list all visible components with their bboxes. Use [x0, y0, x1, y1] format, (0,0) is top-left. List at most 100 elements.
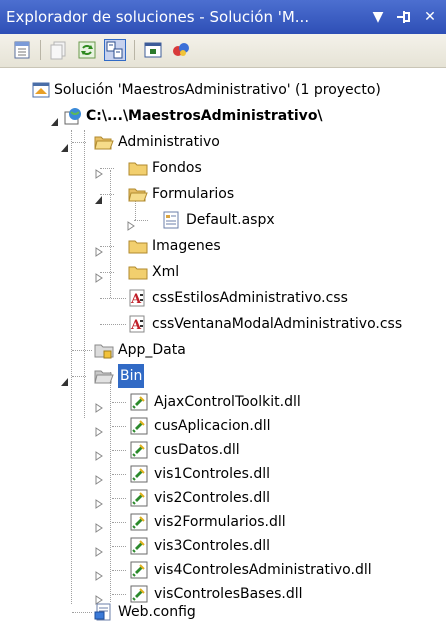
- solution-label: Solución 'MaestrosAdministrativo' (1 pro…: [54, 82, 381, 98]
- folder-label: Fondos: [152, 160, 202, 176]
- expand-arrow-icon[interactable]: [94, 445, 104, 461]
- expand-arrow-icon[interactable]: [94, 589, 104, 605]
- refresh-icon[interactable]: [76, 39, 98, 61]
- dll-label: vis2Controles.dll: [154, 490, 271, 506]
- folder-icon: [128, 263, 148, 281]
- config-file-icon: [94, 603, 112, 621]
- expand-arrow-icon[interactable]: [94, 493, 104, 509]
- dll-label: vis2Formularios.dll: [154, 514, 286, 530]
- tree-row-bin[interactable]: Bin: [0, 364, 446, 388]
- tree-guide-line: [112, 426, 126, 427]
- tree-guide-line: [112, 594, 126, 595]
- aspx-file-icon: [162, 211, 180, 229]
- file-label: cssVentanaModalAdministrativo.css: [152, 316, 403, 332]
- tree-guide-line: [100, 324, 126, 325]
- tree-guide-line: [112, 522, 126, 523]
- expand-arrow-icon[interactable]: [94, 541, 104, 557]
- class-diagram-icon[interactable]: [170, 39, 192, 61]
- tree-guide-line: [134, 220, 148, 221]
- folder-open-gray-icon: [94, 367, 114, 385]
- expand-arrow-icon[interactable]: [94, 421, 104, 437]
- tree-row-imagenes[interactable]: Imagenes: [0, 234, 446, 258]
- assembly-reference-icon: [130, 417, 148, 435]
- tree-row-dll[interactable]: cusDatos.dll: [0, 438, 446, 462]
- folder-label: App_Data: [118, 342, 186, 358]
- tree-guide-line: [72, 376, 86, 377]
- assembly-reference-icon: [130, 561, 148, 579]
- expand-arrow-icon[interactable]: [94, 469, 104, 485]
- toolbar-separator: [134, 40, 135, 60]
- properties-icon[interactable]: [12, 39, 34, 61]
- assembly-reference-icon: [130, 441, 148, 459]
- folder-label: Imagenes: [152, 238, 221, 254]
- collapse-arrow-icon[interactable]: [94, 189, 104, 204]
- file-label: cssEstilosAdministrativo.css: [152, 290, 348, 306]
- folder-label-selected: Bin: [118, 364, 145, 388]
- tree-guide-line: [100, 298, 126, 299]
- show-all-files-icon[interactable]: [48, 39, 70, 61]
- collapse-arrow-icon[interactable]: [60, 137, 70, 152]
- view-code-icon[interactable]: [142, 39, 164, 61]
- tree-guide-line: [112, 450, 126, 451]
- nest-related-files-icon[interactable]: [104, 39, 126, 61]
- folder-open-icon: [128, 185, 148, 203]
- tree-guide-line: [112, 402, 126, 403]
- tree-row-formularios[interactable]: Formularios: [0, 182, 446, 206]
- expand-arrow-icon[interactable]: [94, 517, 104, 533]
- collapse-arrow-icon[interactable]: [60, 371, 70, 386]
- folder-label: Xml: [152, 264, 180, 280]
- expand-arrow-icon[interactable]: [94, 241, 104, 257]
- expand-arrow-icon[interactable]: [94, 163, 104, 179]
- assembly-reference-icon: [130, 393, 148, 411]
- tree-row-app-data[interactable]: App_Data: [0, 338, 446, 362]
- folder-label: Administrativo: [118, 134, 220, 150]
- assembly-reference-icon: [130, 537, 148, 555]
- css-file-icon: A: [128, 315, 146, 333]
- folder-label: Formularios: [152, 186, 235, 202]
- tree-row-dll[interactable]: cusAplicacion.dll: [0, 414, 446, 438]
- dll-label: vis4ControlesAdministrativo.dll: [154, 562, 372, 578]
- tree-guide-line: [112, 570, 126, 571]
- css-file-icon: A: [128, 289, 146, 307]
- folder-icon: [128, 237, 148, 255]
- tree-row-dll[interactable]: vis1Controles.dll: [0, 462, 446, 486]
- tree-row-css-ventana[interactable]: A cssVentanaModalAdministrativo.css: [0, 312, 446, 336]
- tree-guide-line: [112, 546, 126, 547]
- tree-row-administrativo[interactable]: Administrativo: [0, 130, 446, 154]
- file-label: Default.aspx: [186, 212, 275, 228]
- assembly-reference-icon: [130, 513, 148, 531]
- tree-row-default-aspx[interactable]: Default.aspx: [0, 208, 446, 232]
- dll-label: vis1Controles.dll: [154, 466, 271, 482]
- dll-label: cusDatos.dll: [154, 442, 240, 458]
- tree-row-dll[interactable]: vis2Controles.dll: [0, 486, 446, 510]
- tree-guide-line: [112, 498, 126, 499]
- dropdown-icon[interactable]: ▼: [368, 0, 388, 34]
- pin-icon[interactable]: [392, 0, 414, 34]
- expand-arrow-icon[interactable]: [94, 565, 104, 581]
- tree-guide-line: [72, 612, 92, 613]
- tree-row-dll[interactable]: vis2Formularios.dll: [0, 510, 446, 534]
- dll-label: vis3Controles.dll: [154, 538, 271, 554]
- dll-label: AjaxControlToolkit.dll: [154, 394, 301, 410]
- project-label: C:\...\MaestrosAdministrativo\: [86, 108, 323, 124]
- tree-row-dll[interactable]: AjaxControlToolkit.dll: [0, 390, 446, 414]
- window-title: Explorador de soluciones - Solución 'M..…: [6, 8, 310, 26]
- tree-row-fondos[interactable]: Fondos: [0, 156, 446, 180]
- tree-guide-line: [112, 474, 126, 475]
- expand-arrow-icon[interactable]: [126, 215, 136, 231]
- special-folder-icon: [94, 341, 114, 359]
- tree-row-dll[interactable]: vis4ControlesAdministrativo.dll: [0, 558, 446, 582]
- expand-arrow-icon[interactable]: [94, 397, 104, 413]
- collapse-arrow-icon[interactable]: [50, 111, 60, 126]
- tree-row-web-config[interactable]: Web.config: [0, 600, 446, 621]
- tree-row-dll[interactable]: vis3Controles.dll: [0, 534, 446, 558]
- tree-row-xml[interactable]: Xml: [0, 260, 446, 284]
- toolbar: [0, 34, 446, 68]
- close-icon[interactable]: ✕: [418, 0, 442, 34]
- assembly-reference-icon: [130, 489, 148, 507]
- tree-row-project[interactable]: C:\...\MaestrosAdministrativo\: [0, 104, 446, 128]
- tree-row-css-estilos[interactable]: A cssEstilosAdministrativo.css: [0, 286, 446, 310]
- tree-guide-line: [72, 142, 86, 143]
- tree-row-solution[interactable]: Solución 'MaestrosAdministrativo' (1 pro…: [0, 78, 446, 102]
- expand-arrow-icon[interactable]: [94, 267, 104, 283]
